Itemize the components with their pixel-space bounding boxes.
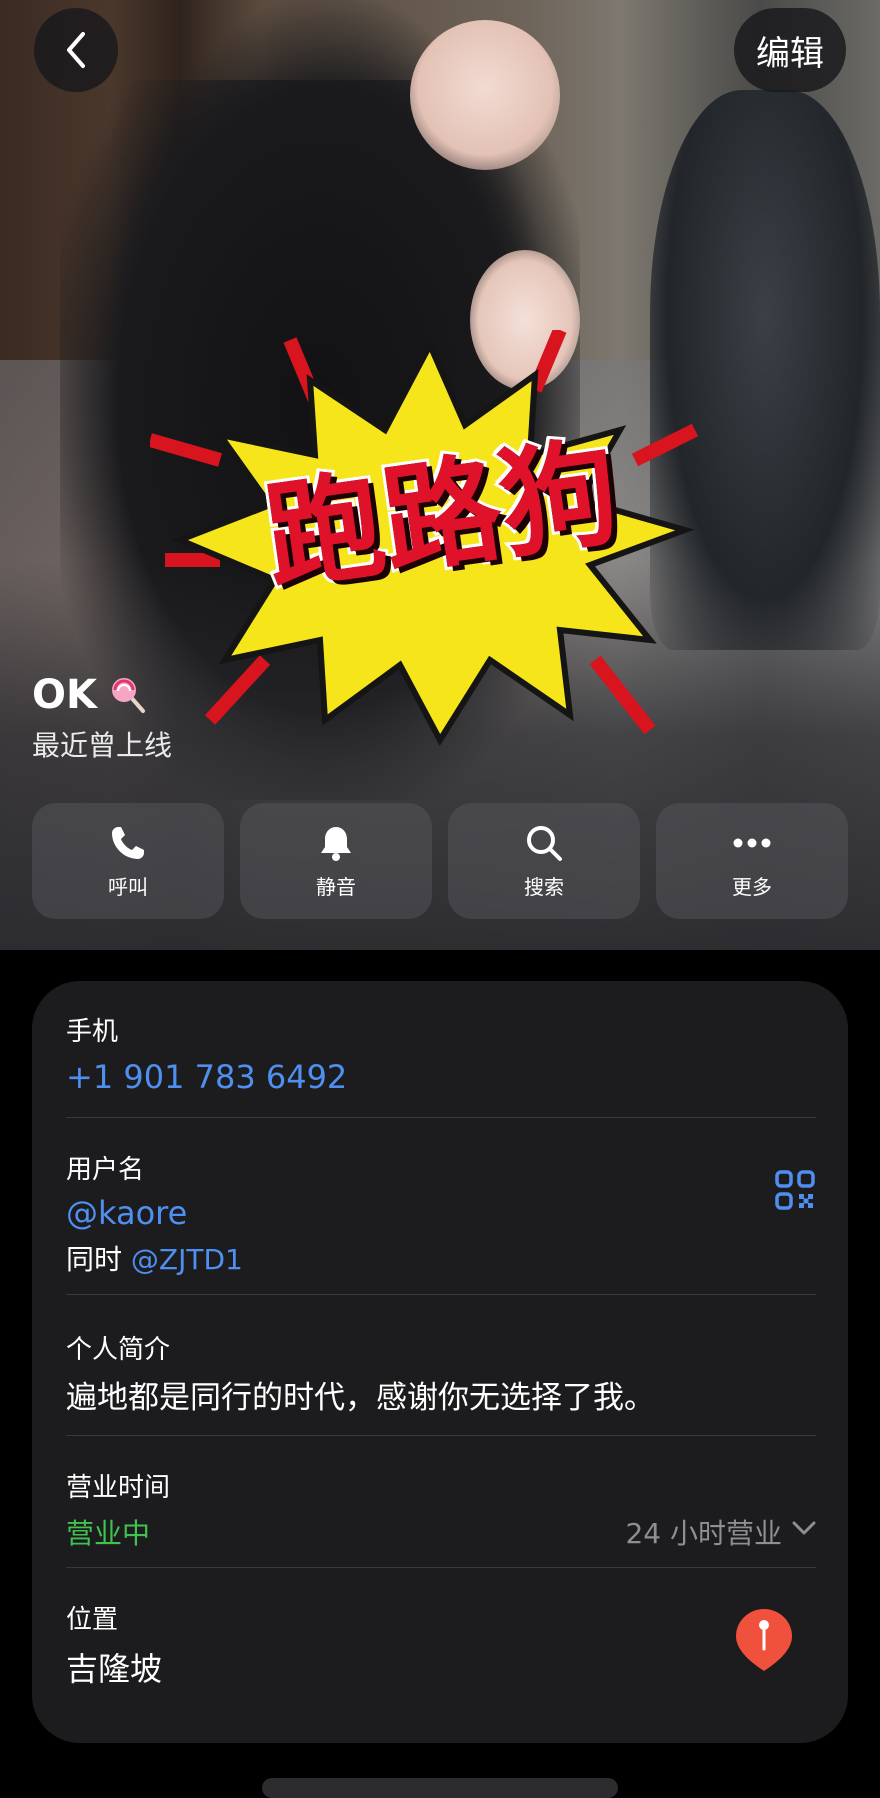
lollipop-emoji-icon <box>112 678 145 713</box>
phone-row[interactable]: 手机 +1 901 783 6492 <box>66 1011 816 1096</box>
qr-code-icon[interactable] <box>774 1169 816 1211</box>
business-hours-label: 营业时间 <box>66 1473 171 1503</box>
mute-label: 静音 <box>316 874 356 899</box>
username-value[interactable]: @kaore <box>66 1194 816 1232</box>
more-icon <box>733 838 771 847</box>
back-button[interactable] <box>34 8 118 92</box>
cover-face <box>410 20 560 170</box>
divider <box>66 1567 816 1568</box>
mute-button[interactable]: 静音 <box>240 803 432 919</box>
edit-button[interactable]: 编辑 <box>734 8 846 92</box>
open-status: 营业中 <box>66 1517 151 1550</box>
location-row[interactable]: 位置 吉隆坡 <box>66 1599 816 1690</box>
call-label: 呼叫 <box>108 874 148 899</box>
profile-name: OK <box>32 672 151 718</box>
alt-username-prefix: 同时 <box>66 1243 123 1276</box>
bio-label: 个人简介 <box>66 1335 171 1365</box>
chevron-left-icon <box>67 32 85 68</box>
bio-row: 个人简介 遍地都是同行的时代，感谢你无选择了我。 <box>66 1329 816 1417</box>
alt-username-link[interactable]: @ZJTD1 <box>131 1243 243 1276</box>
phone-label: 手机 <box>66 1017 119 1047</box>
bell-icon <box>321 826 351 861</box>
search-button[interactable]: 搜索 <box>448 803 640 919</box>
location-label: 位置 <box>66 1605 119 1635</box>
phone-number[interactable]: +1 901 783 6492 <box>66 1058 816 1096</box>
business-hours-line: 营业中 24 小时营业 <box>66 1512 816 1550</box>
search-label: 搜索 <box>524 874 564 899</box>
divider <box>66 1294 816 1295</box>
chevron-down-icon[interactable] <box>792 1520 816 1536</box>
action-bar: 呼叫 静音 搜索 更多 <box>32 803 848 919</box>
divider <box>66 1435 816 1436</box>
info-card: 手机 +1 901 783 6492 用户名 @kaore 同时 @ZJTD1 … <box>32 981 848 1743</box>
profile-name-text: OK <box>32 672 97 718</box>
search-icon <box>527 825 562 861</box>
more-label: 更多 <box>732 874 772 899</box>
business-hours-row[interactable]: 营业时间 营业中 24 小时营业 <box>66 1467 816 1550</box>
bio-text: 遍地都是同行的时代，感谢你无选择了我。 <box>66 1380 655 1416</box>
more-button[interactable]: 更多 <box>656 803 848 919</box>
call-button[interactable]: 呼叫 <box>32 803 224 919</box>
username-row[interactable]: 用户名 @kaore 同时 @ZJTD1 <box>66 1149 816 1278</box>
hours-detail: 24 小时营业 <box>625 1517 782 1550</box>
location-value: 吉隆坡 <box>66 1650 163 1688</box>
map-pin-icon[interactable] <box>732 1605 796 1675</box>
phone-icon <box>112 826 144 859</box>
alt-username-line: 同时 @ZJTD1 <box>66 1238 816 1278</box>
username-label: 用户名 <box>66 1155 145 1185</box>
bottom-sheet-handle <box>262 1778 618 1798</box>
online-status: 最近曾上线 <box>32 729 173 762</box>
divider <box>66 1117 816 1118</box>
